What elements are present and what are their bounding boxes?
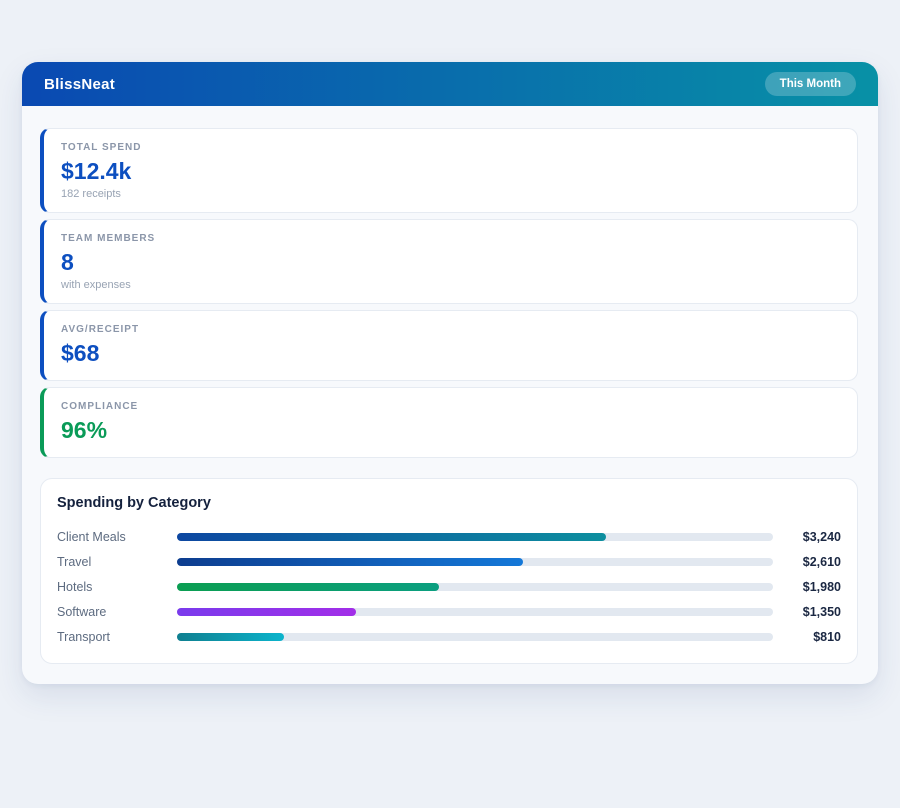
bar-fill: [177, 582, 440, 591]
bar-fill: [177, 632, 285, 641]
stat-card: AVG/RECEIPT $68: [40, 310, 858, 381]
bar-fill: [177, 532, 607, 541]
bar-track: [177, 607, 773, 616]
stat-label: TEAM MEMBERS: [61, 233, 156, 244]
bar-fill: [177, 557, 523, 566]
dashboard-panel: BlissNeat This Month TOTAL SPEND $12.4k …: [22, 62, 878, 684]
stat-value: $12.4k: [61, 158, 132, 184]
stat-label: COMPLIANCE: [61, 401, 139, 412]
stat-card: COMPLIANCE 96%: [40, 387, 858, 458]
stat-subtext: 182 receipts: [61, 188, 121, 200]
stat-label: AVG/RECEIPT: [61, 324, 140, 335]
category-label: Software: [57, 604, 107, 619]
category-value: $2,610: [802, 554, 841, 569]
chart-row: Transport $810: [57, 624, 841, 649]
category-value: $1,350: [802, 604, 841, 619]
stat-card: TOTAL SPEND $12.4k 182 receipts: [40, 128, 858, 213]
stat-card: TEAM MEMBERS 8 with expenses: [40, 219, 858, 304]
bar-track: [177, 582, 773, 591]
bar-track: [177, 632, 773, 641]
bar-track: [177, 557, 773, 566]
category-label: Client Meals: [57, 529, 126, 544]
app-header: BlissNeat This Month: [22, 62, 878, 106]
category-label: Transport: [57, 629, 111, 644]
category-value: $810: [813, 629, 841, 644]
chart-row: Client Meals $3,240: [57, 524, 841, 549]
chart-row: Hotels $1,980: [57, 574, 841, 599]
stat-label: TOTAL SPEND: [61, 142, 142, 153]
category-label: Travel: [57, 554, 92, 569]
stat-value: 96%: [61, 417, 108, 443]
category-label: Hotels: [57, 579, 93, 594]
spending-chart-card: Spending by Category Client Meals $3,240…: [40, 478, 858, 664]
stat-value: $68: [61, 340, 100, 366]
chart-title: Spending by Category: [57, 495, 211, 511]
stat-value: 8: [61, 249, 74, 275]
category-value: $1,980: [802, 579, 841, 594]
stat-subtext: with expenses: [61, 279, 131, 291]
bar-track: [177, 532, 773, 541]
app-title: BlissNeat: [44, 75, 116, 93]
chart-row: Travel $2,610: [57, 549, 841, 574]
bar-fill: [177, 607, 356, 616]
dashboard-body: TOTAL SPEND $12.4k 182 receipts TEAM MEM…: [22, 106, 878, 684]
month-filter-badge[interactable]: This Month: [764, 72, 856, 96]
category-value: $3,240: [802, 529, 841, 544]
chart-row: Software $1,350: [57, 599, 841, 624]
